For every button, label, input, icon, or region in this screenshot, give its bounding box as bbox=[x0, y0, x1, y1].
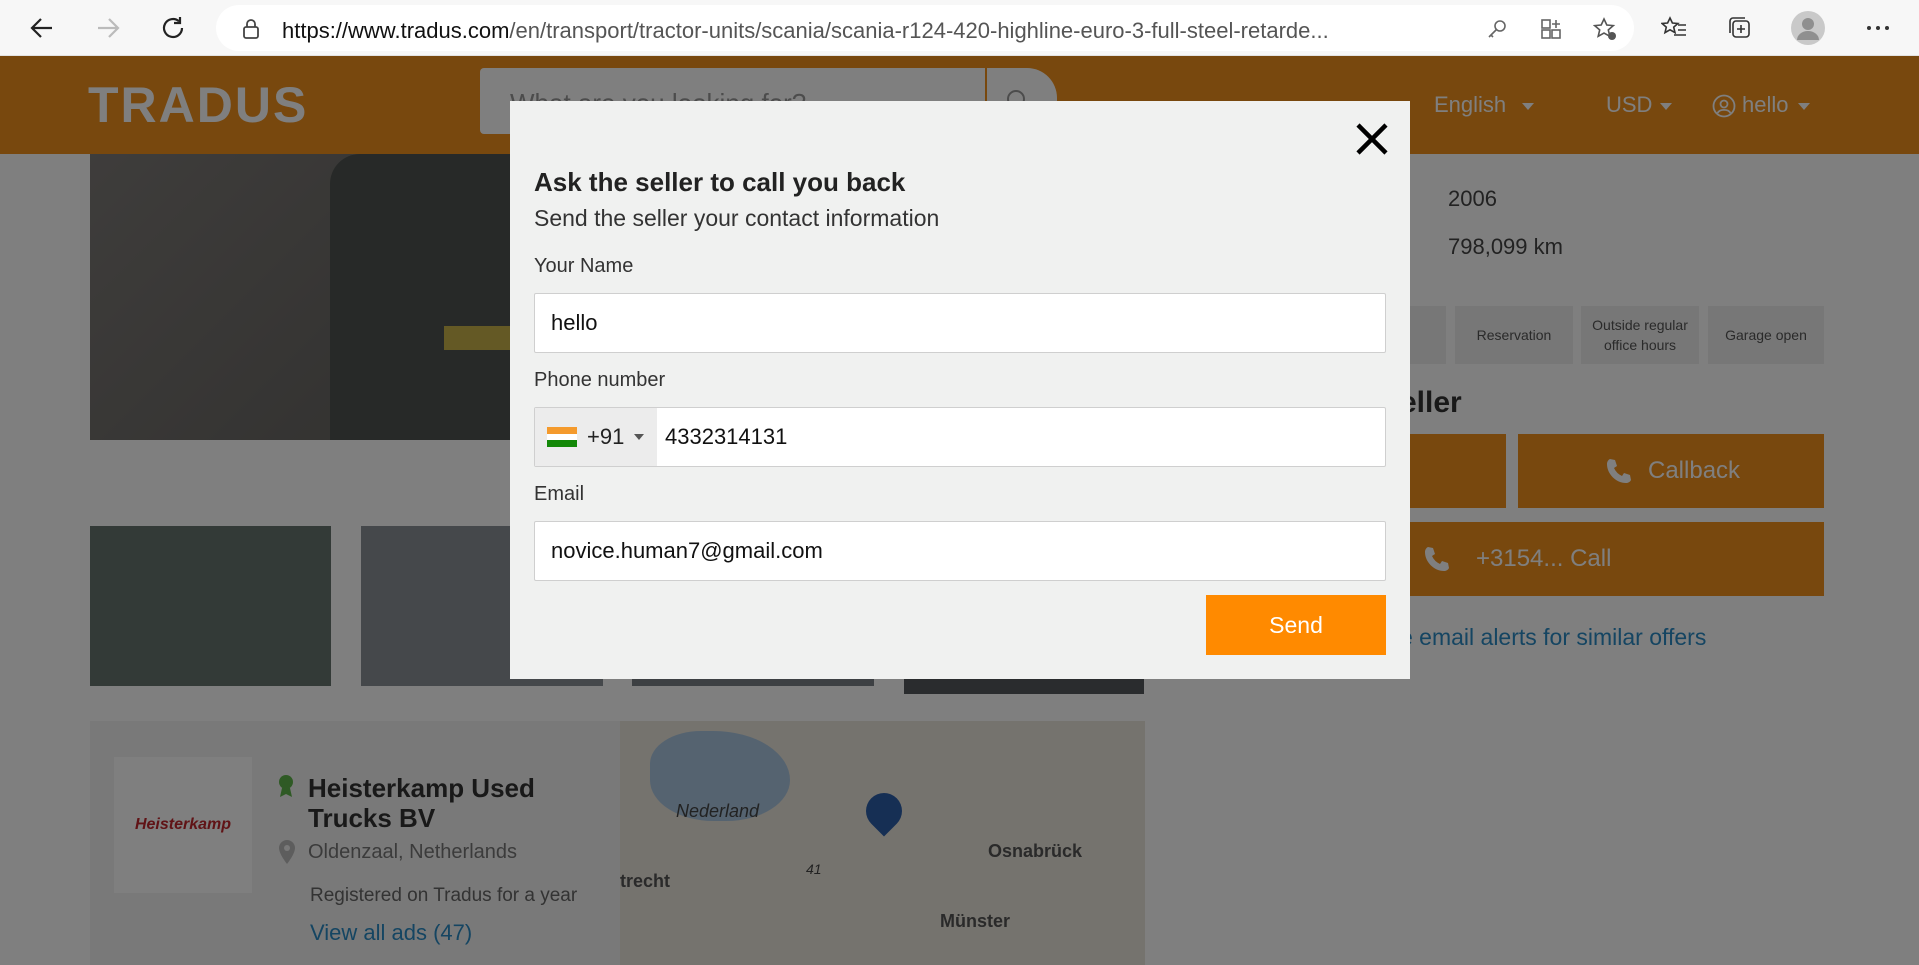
send-button[interactable]: Send bbox=[1206, 595, 1386, 655]
modal-subtitle: Send the seller your contact information bbox=[534, 205, 940, 231]
add-favorite-icon[interactable] bbox=[1592, 16, 1618, 42]
key-icon[interactable] bbox=[1484, 16, 1510, 42]
country-code-select[interactable]: +91 bbox=[535, 408, 657, 466]
refresh-icon[interactable] bbox=[153, 8, 193, 48]
browser-toolbar: https://www.tradus.com/en/transport/trac… bbox=[0, 0, 1919, 56]
phone-number-value[interactable]: 4332314131 bbox=[665, 424, 787, 450]
callback-modal: Ask the seller to call you back Send the… bbox=[510, 101, 1410, 679]
india-flag-icon bbox=[547, 427, 577, 448]
tradus-page: TRADUS What are you looking for? English… bbox=[0, 56, 1919, 965]
address-bar[interactable]: https://www.tradus.com/en/transport/trac… bbox=[216, 5, 1634, 51]
name-label: Your Name bbox=[534, 255, 634, 277]
chevron-down-icon bbox=[634, 434, 645, 440]
email-label: Email bbox=[534, 483, 585, 505]
url-path: /en/transport/tractor-units/scania/scani… bbox=[509, 18, 1329, 43]
app-available-icon[interactable] bbox=[1538, 16, 1564, 42]
more-menu-icon[interactable] bbox=[1858, 8, 1898, 48]
profile-avatar-icon[interactable] bbox=[1788, 8, 1828, 48]
url-text: https://www.tradus.com/en/transport/trac… bbox=[282, 18, 1462, 44]
back-icon[interactable] bbox=[22, 8, 62, 48]
modal-title: Ask the seller to call you back bbox=[534, 167, 906, 197]
name-field[interactable]: hello bbox=[534, 293, 1386, 353]
lock-icon[interactable] bbox=[238, 16, 264, 42]
email-field[interactable]: novice.human7@gmail.com bbox=[534, 521, 1386, 581]
forward-icon[interactable] bbox=[88, 8, 128, 48]
favorites-icon[interactable] bbox=[1654, 8, 1694, 48]
url-host: https://www.tradus.com bbox=[282, 18, 510, 43]
phone-label: Phone number bbox=[534, 369, 666, 391]
close-icon[interactable] bbox=[1350, 117, 1394, 161]
collections-icon[interactable] bbox=[1720, 8, 1760, 48]
phone-field[interactable]: +91 4332314131 bbox=[534, 407, 1386, 467]
country-dial-code: +91 bbox=[587, 424, 625, 449]
